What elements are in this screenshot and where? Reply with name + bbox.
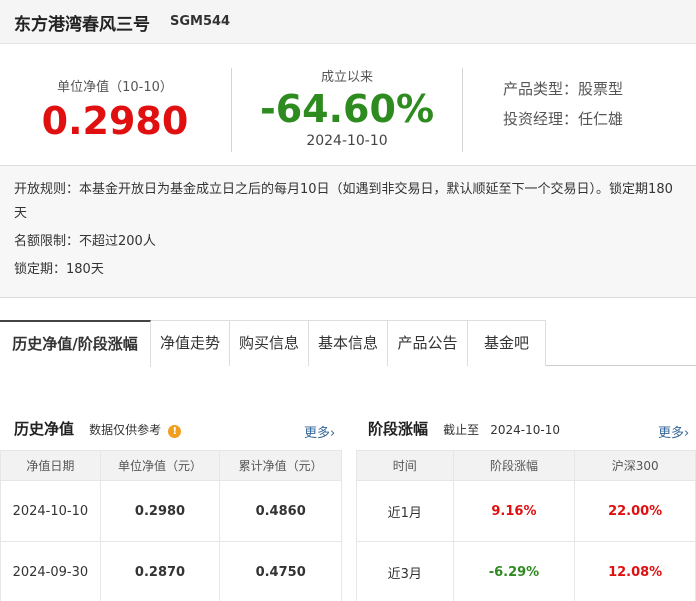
nav-block: 单位净值（10-10） 0.2980 <box>0 44 230 141</box>
table-row: 近3月 -6.29% 12.08% <box>356 541 696 601</box>
column-header: 累计净值（元） <box>219 450 342 481</box>
return-date: 2024-10-10 <box>306 133 388 149</box>
table-row: 2024-10-10 0.2980 0.4860 <box>0 480 342 542</box>
date-cell: 2024-10-10 <box>0 480 101 542</box>
index-return-cell: 12.08% <box>574 541 696 601</box>
divider <box>462 68 463 152</box>
summary-panel: 单位净值（10-10） 0.2980 成立以来 -64.60% 2024-10-… <box>0 44 696 166</box>
product-type: 产品类型：股票型 <box>503 80 624 98</box>
warning-icon[interactable]: ! <box>168 425 182 438</box>
more-label: 更多 <box>304 426 331 441</box>
nav-cell: 0.2870 <box>99 541 221 601</box>
title-bar: 东方港湾春风三号 SGM544 <box>0 0 696 44</box>
period-cell: 近1月 <box>356 480 454 542</box>
fund-name: 东方港湾春风三号 <box>14 15 150 35</box>
chevron-right-icon: › <box>684 426 690 441</box>
nav-value: 0.2980 <box>41 99 189 143</box>
stage-return-cell: -6.29% <box>452 541 576 601</box>
column-header: 沪深300 <box>574 450 696 481</box>
column-header: 阶段涨幅 <box>452 450 576 481</box>
stage-title: 阶段涨幅 <box>368 420 429 438</box>
more-label: 更多 <box>658 426 685 441</box>
rules-panel: 开放规则：本基金开放日为基金成立日之后的每月10日（如遇到非交易日，默认顺延至下… <box>0 166 696 298</box>
open-rule: 开放规则：本基金开放日为基金成立日之后的每月10日（如遇到非交易日，默认顺延至下… <box>14 182 673 221</box>
stage-more-link[interactable]: 更多› <box>658 422 689 441</box>
history-more-link[interactable]: 更多› <box>304 422 335 441</box>
manager: 投资经理：任仁雄 <box>503 110 624 128</box>
column-header: 时间 <box>356 450 454 481</box>
cum-nav-cell: 0.4750 <box>219 541 342 601</box>
tab-history[interactable]: 历史净值/阶段涨幅 <box>0 320 151 367</box>
history-title: 历史净值 <box>14 420 75 438</box>
stage-return-cell: 9.16% <box>452 480 576 542</box>
column-header: 单位净值（元） <box>99 450 221 481</box>
table-row: 近1月 9.16% 22.00% <box>356 480 696 542</box>
stage-header: 阶段涨幅 截止至 2024-10-10 <box>368 418 560 442</box>
quota-rule: 名额限制：不超过200人 <box>14 234 156 249</box>
table-row: 2024-09-30 0.2870 0.4750 <box>0 541 342 601</box>
tab-bar: 历史净值/阶段涨幅 净值走势 购买信息 基本信息 产品公告 基金吧 <box>0 320 696 367</box>
index-return-cell: 22.00% <box>574 480 696 542</box>
tab-basic-info[interactable]: 基本信息 <box>309 320 388 366</box>
cum-nav-cell: 0.4860 <box>219 480 342 542</box>
history-note: 数据仅供参考 <box>89 423 162 437</box>
table-header-row: 净值日期 单位净值（元） 累计净值（元） <box>0 450 342 481</box>
tab-announcements[interactable]: 产品公告 <box>388 320 468 366</box>
period-cell: 近3月 <box>356 541 454 601</box>
return-value: -64.60% <box>259 87 435 131</box>
tab-nav-trend[interactable]: 净值走势 <box>151 320 230 366</box>
column-header: 净值日期 <box>0 450 101 481</box>
tab-forum[interactable]: 基金吧 <box>468 320 546 366</box>
history-header: 历史净值 数据仅供参考 ! <box>14 418 182 442</box>
stage-date: 2024-10-10 <box>490 423 560 437</box>
nav-label: 单位净值（10-10） <box>57 80 173 95</box>
history-table: 净值日期 单位净值（元） 累计净值（元） 2024-10-10 0.2980 0… <box>0 450 342 601</box>
fund-code: SGM544 <box>170 14 231 29</box>
stage-as-of: 截止至 <box>443 423 480 437</box>
tab-purchase[interactable]: 购买信息 <box>230 320 309 366</box>
table-header-row: 时间 阶段涨幅 沪深300 <box>356 450 696 481</box>
lock-rule: 锁定期：180天 <box>14 262 104 277</box>
stage-table: 时间 阶段涨幅 沪深300 近1月 9.16% 22.00% 近3月 -6.29… <box>356 450 696 601</box>
return-label: 成立以来 <box>320 70 373 85</box>
chevron-right-icon: › <box>330 426 336 441</box>
return-block: 成立以来 -64.60% 2024-10-10 <box>232 44 462 149</box>
date-cell: 2024-09-30 <box>0 541 101 601</box>
nav-cell: 0.2980 <box>99 480 221 542</box>
